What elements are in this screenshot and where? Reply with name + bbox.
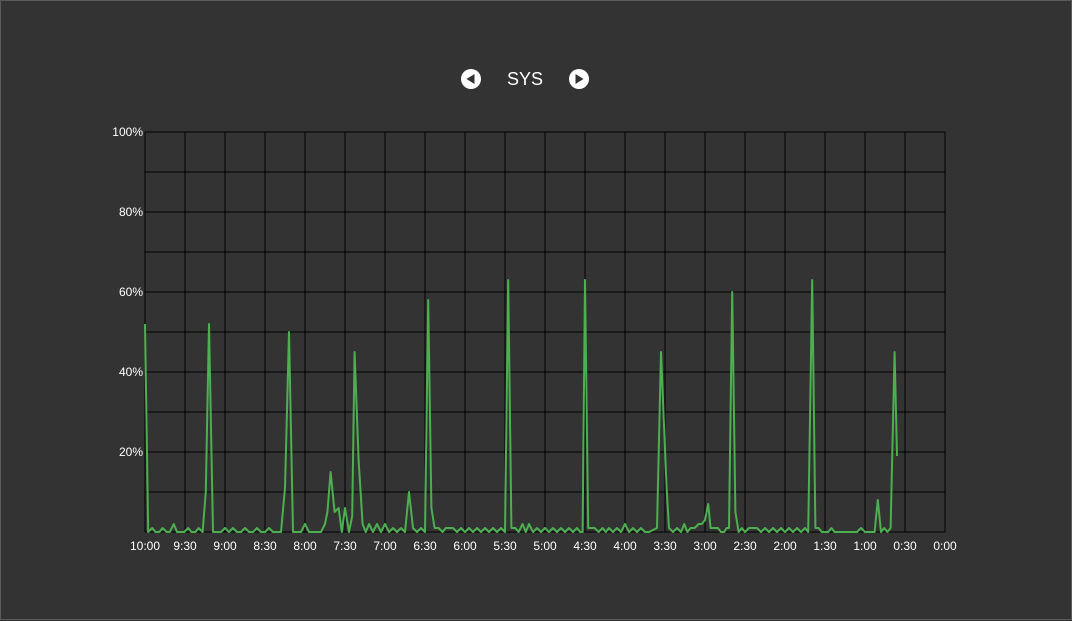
- x-tick-label: 8:30: [253, 539, 277, 553]
- series-line: [144, 279, 898, 533]
- line-chart: 20% 40% 60% 80% 100% 10:00 9:30 9:00 8:30 8:00 7:…: [112, 125, 957, 553]
- chart-panel: SYS 20% 40% 60% 80% 100% 10:00 9:30 9:00 8:30 8:…: [0, 0, 1072, 620]
- x-tick-label: 5:30: [493, 539, 517, 553]
- x-tick-label: 2:30: [733, 539, 757, 553]
- x-tick-label: 9:30: [173, 539, 197, 553]
- x-tick-label: 6:30: [413, 539, 437, 553]
- y-axis-ticks: 20% 40% 60% 80% 100%: [112, 125, 143, 459]
- y-tick-label: 100%: [112, 125, 143, 139]
- x-tick-label: 9:00: [213, 539, 237, 553]
- x-tick-label: 2:00: [773, 539, 797, 553]
- y-tick-label: 80%: [119, 205, 143, 219]
- chart-series: [144, 279, 898, 533]
- x-tick-label: 7:00: [373, 539, 397, 553]
- x-tick-label: 6:00: [453, 539, 477, 553]
- x-tick-label: 4:30: [573, 539, 597, 553]
- x-tick-label: 8:00: [293, 539, 317, 553]
- x-tick-label: 10:00: [130, 539, 160, 553]
- x-tick-label: 3:00: [693, 539, 717, 553]
- y-tick-label: 60%: [119, 285, 143, 299]
- x-axis-ticks: 10:00 9:30 9:00 8:30 8:00 7:30 7:00 6:30 6:00 5:3…: [130, 539, 957, 553]
- x-tick-label: 4:00: [613, 539, 637, 553]
- x-tick-label: 5:00: [533, 539, 557, 553]
- y-tick-label: 40%: [119, 365, 143, 379]
- x-tick-label: 3:30: [653, 539, 677, 553]
- x-tick-label: 7:30: [333, 539, 357, 553]
- y-tick-label: 20%: [119, 445, 143, 459]
- x-tick-label: 1:30: [813, 539, 837, 553]
- chart-grid: [144, 131, 946, 533]
- x-tick-label: 1:00: [853, 539, 877, 553]
- x-tick-label: 0:00: [933, 539, 957, 553]
- x-tick-label: 0:30: [893, 539, 917, 553]
